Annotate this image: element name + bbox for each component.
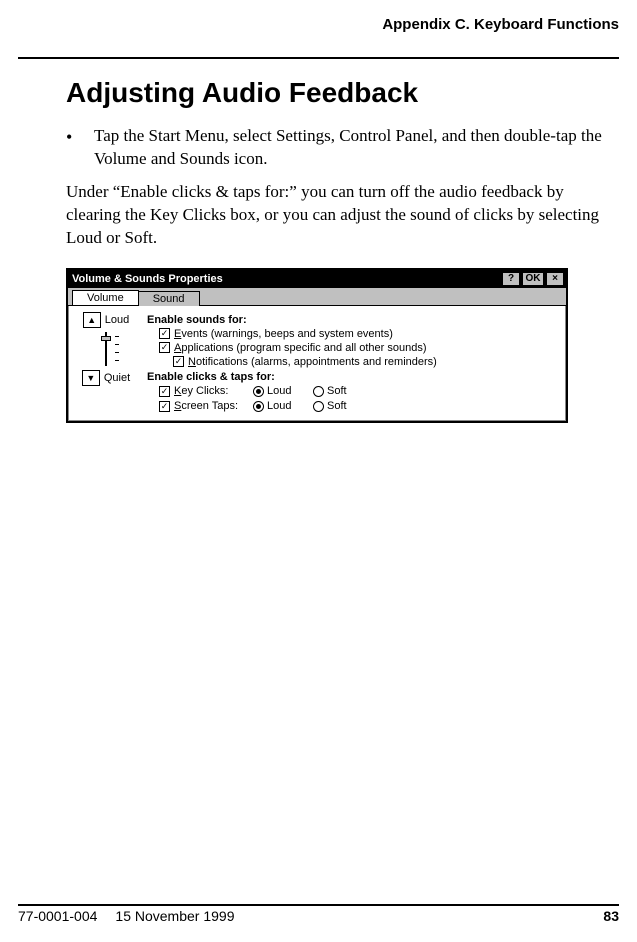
volume-slider[interactable] xyxy=(99,332,113,366)
key-clicks-row: ✓ Key Clicks: Loud Soft xyxy=(159,384,557,399)
bullet-text: Tap the Start Menu, select Settings, Con… xyxy=(94,125,609,171)
help-button[interactable]: ? xyxy=(502,272,520,286)
instruction-bullet: • Tap the Start Menu, select Settings, C… xyxy=(66,125,609,171)
volume-down-button[interactable]: ▼ xyxy=(82,370,100,386)
screen-taps-label: Screen Taps: xyxy=(174,399,238,414)
settings-column: Enable sounds for: ✓ Events (warnings, b… xyxy=(141,308,563,418)
notifications-checkbox-row: ✓ Notifications (alarms, appointments an… xyxy=(173,355,557,369)
applications-label: Applications (program specific and all o… xyxy=(174,341,427,355)
dialog-body: ▲ Loud ▼ Quiet Enable sounds for: xyxy=(68,306,566,421)
volume-up-button[interactable]: ▲ xyxy=(83,312,101,328)
volume-column: ▲ Loud ▼ Quiet xyxy=(71,308,141,418)
screen-taps-loud-label: Loud xyxy=(267,399,291,414)
screen-taps-loud-radio[interactable] xyxy=(253,401,264,412)
screen-taps-soft-label: Soft xyxy=(327,399,347,414)
screen-taps-soft-radio[interactable] xyxy=(313,401,324,412)
instruction-paragraph: Under “Enable clicks & taps for:” you ca… xyxy=(66,181,609,250)
key-clicks-loud-label: Loud xyxy=(267,384,291,399)
loud-label: Loud xyxy=(105,314,129,326)
page-content: Adjusting Audio Feedback • Tap the Start… xyxy=(18,59,619,423)
page-number: 83 xyxy=(603,908,619,924)
footer-rule xyxy=(18,904,619,906)
tabs-row: Volume Sound xyxy=(68,288,566,306)
dialog-titlebar: Volume & Sounds Properties ? OK × xyxy=(68,270,566,288)
close-button[interactable]: × xyxy=(546,272,564,286)
screen-taps-checkbox[interactable]: ✓ xyxy=(159,401,170,412)
enable-clicks-header: Enable clicks & taps for: xyxy=(147,371,557,383)
screen-taps-row: ✓ Screen Taps: Loud Soft xyxy=(159,399,557,414)
bullet-icon: • xyxy=(66,125,94,171)
volume-sounds-dialog: Volume & Sounds Properties ? OK × Volume… xyxy=(66,268,568,423)
events-checkbox[interactable]: ✓ xyxy=(159,328,170,339)
notifications-checkbox[interactable]: ✓ xyxy=(173,356,184,367)
appendix-header: Appendix C. Keyboard Functions xyxy=(18,16,619,33)
ok-button[interactable]: OK xyxy=(522,272,544,286)
applications-checkbox-row: ✓ Applications (program specific and all… xyxy=(159,341,557,355)
quiet-label: Quiet xyxy=(104,372,130,384)
key-clicks-loud-radio[interactable] xyxy=(253,386,264,397)
key-clicks-soft-label: Soft xyxy=(327,384,347,399)
doc-number: 77-0001-004 xyxy=(18,908,97,924)
tab-sound[interactable]: Sound xyxy=(138,291,200,306)
events-checkbox-row: ✓ Events (warnings, beeps and system eve… xyxy=(159,327,557,341)
key-clicks-soft-radio[interactable] xyxy=(313,386,324,397)
key-clicks-label: Key Clicks: xyxy=(174,384,228,399)
notifications-label: Notifications (alarms, appointments and … xyxy=(188,355,437,369)
key-clicks-checkbox[interactable]: ✓ xyxy=(159,386,170,397)
dialog-title: Volume & Sounds Properties xyxy=(72,273,502,285)
applications-checkbox[interactable]: ✓ xyxy=(159,342,170,353)
tab-volume[interactable]: Volume xyxy=(72,290,139,305)
section-title: Adjusting Audio Feedback xyxy=(66,77,609,109)
enable-sounds-header: Enable sounds for: xyxy=(147,314,557,326)
doc-date: 15 November 1999 xyxy=(115,908,603,924)
page-footer: 77-0001-004 15 November 1999 83 xyxy=(18,904,619,924)
clicks-grid: ✓ Key Clicks: Loud Soft xyxy=(159,384,557,414)
events-label: Events (warnings, beeps and system event… xyxy=(174,327,393,341)
